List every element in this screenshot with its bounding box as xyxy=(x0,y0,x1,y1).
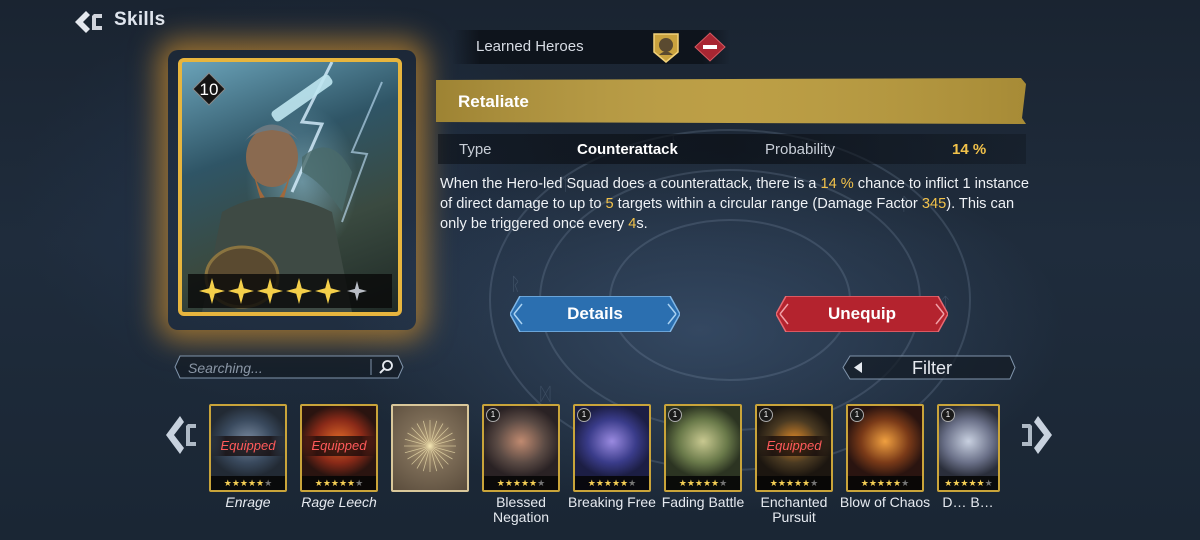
skill-card[interactable]: 1 ★★★★★★ xyxy=(573,404,651,492)
description-text: s. xyxy=(636,216,648,232)
probability-label: Probability xyxy=(765,141,836,158)
svg-text:ᛞ: ᛞ xyxy=(540,384,551,405)
skill-card-name: D… B… xyxy=(942,495,994,510)
filter-arrow-icon xyxy=(854,362,862,373)
skill-card-name: Blessed Negation xyxy=(492,494,550,525)
scroll-left-button[interactable] xyxy=(162,414,198,456)
search-input[interactable] xyxy=(186,358,370,378)
learned-heroes-label: Learned Heroes xyxy=(476,38,584,55)
star-filled-icon xyxy=(257,278,283,304)
star-empty-icon xyxy=(347,281,367,301)
card-star-rating: ★★★★★★ xyxy=(666,476,740,490)
sparkle-icon xyxy=(404,420,456,472)
search-box xyxy=(174,355,404,379)
skill-card-name: Blow of Chaos xyxy=(839,494,931,510)
skill-card-name: Enchanted Pursuit xyxy=(760,494,828,525)
card-rarity-badge: 1 xyxy=(850,408,864,422)
description-text: When the Hero-led Squad does a counterat… xyxy=(440,176,821,192)
skill-card-name: Rage Leech xyxy=(301,494,377,510)
svg-text:ᚱ: ᚱ xyxy=(510,274,521,295)
card-rarity-badge: 1 xyxy=(941,408,955,422)
card-star-rating: ★★★★★★ xyxy=(302,476,376,490)
skill-card[interactable]: Equipped ★★★★★★ xyxy=(209,404,287,492)
card-rarity-badge: 1 xyxy=(759,408,773,422)
skill-card[interactable]: 1 ★★★★★★ xyxy=(937,404,1000,492)
type-value: Counterattack xyxy=(577,141,678,158)
card-star-rating: ★★★★★★ xyxy=(757,476,831,490)
hero-level-badge: 10 xyxy=(192,72,226,106)
back-button[interactable] xyxy=(72,8,104,36)
skill-card[interactable]: Equipped ★★★★★★ xyxy=(300,404,378,492)
skill-stats-row xyxy=(438,134,1026,164)
skill-card[interactable]: 1 ★★★★★★ xyxy=(846,404,924,492)
skill-name: Retaliate xyxy=(458,92,529,111)
description-value: 14 % xyxy=(820,176,854,192)
star-filled-icon xyxy=(228,278,254,304)
card-star-rating: ★★★★★★ xyxy=(575,476,649,490)
equipped-badge: Equipped xyxy=(757,436,831,456)
skill-card[interactable]: 1 Equipped ★★★★★★ xyxy=(755,404,833,492)
type-label: Type xyxy=(459,141,492,158)
remove-hero-button[interactable] xyxy=(694,32,726,62)
skill-description: When the Hero-led Squad does a counterat… xyxy=(440,174,1030,234)
skill-card-name: Enrage xyxy=(225,494,271,510)
probability-value: 14 % xyxy=(952,141,987,158)
details-button[interactable]: Details xyxy=(510,296,680,332)
learned-hero-icon[interactable] xyxy=(650,30,682,64)
star-filled-icon xyxy=(286,278,312,304)
unequip-button-label: Unequip xyxy=(828,304,896,323)
card-star-rating: ★★★★★★ xyxy=(848,476,922,490)
description-value: 5 xyxy=(605,196,614,212)
unequip-button[interactable]: Unequip xyxy=(776,296,948,332)
skill-card-name: Fading Battle xyxy=(661,494,745,510)
hero-star-rating xyxy=(188,274,392,308)
empty-skill-slot[interactable] xyxy=(391,404,469,492)
card-rarity-badge: 1 xyxy=(668,408,682,422)
scroll-right-button[interactable] xyxy=(1020,414,1056,456)
filter-label: Filter xyxy=(912,358,952,378)
skill-card[interactable]: 1 ★★★★★★ xyxy=(664,404,742,492)
card-rarity-badge: 1 xyxy=(577,408,591,422)
card-star-rating: ★★★★★★ xyxy=(484,476,558,490)
card-star-rating: ★★★★★★ xyxy=(939,476,998,490)
card-rarity-badge: 1 xyxy=(486,408,500,422)
hero-level-text: 10 xyxy=(200,80,219,99)
hero-card[interactable]: 10 xyxy=(178,58,402,316)
skill-card-name: Breaking Free xyxy=(568,494,656,510)
screen-title: Skills xyxy=(114,9,166,30)
equipped-badge: Equipped xyxy=(302,436,376,456)
search-icon[interactable] xyxy=(378,359,394,375)
skill-card[interactable]: 1 ★★★★★★ xyxy=(482,404,560,492)
details-button-label: Details xyxy=(567,304,623,323)
description-text: targets within a circular range (Damage … xyxy=(613,196,922,212)
card-star-rating: ★★★★★★ xyxy=(211,476,285,490)
star-filled-icon xyxy=(315,278,341,304)
description-value: 345 xyxy=(921,196,947,212)
filter-button[interactable]: Filter xyxy=(842,355,1016,380)
star-filled-icon xyxy=(199,278,225,304)
equipped-badge: Equipped xyxy=(211,436,285,456)
